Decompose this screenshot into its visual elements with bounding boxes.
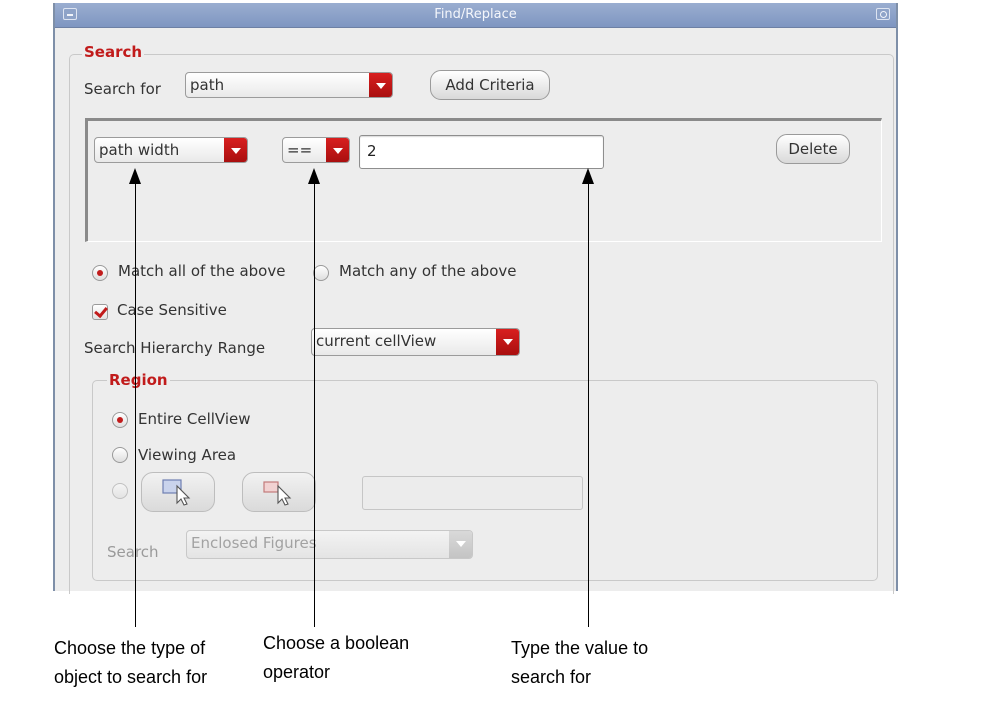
region-search-label: Search (107, 543, 159, 561)
window-menu-icon[interactable] (63, 8, 77, 20)
chevron-down-icon (326, 138, 349, 162)
operator-dropdown[interactable]: == (282, 137, 350, 163)
case-sensitive-checkbox[interactable] (92, 303, 108, 320)
operator-value: == (287, 141, 313, 159)
callout-arrowhead-value (582, 168, 594, 184)
annotation-operator-line-2: operator (263, 662, 331, 682)
match-all-label: Match all of the above (118, 262, 286, 280)
find-replace-dialog: Find/Replace Search Search for path Add … (53, 3, 898, 594)
deselect-area-button[interactable] (242, 472, 316, 512)
property-value: path width (99, 141, 180, 159)
annotation-value-line-2: search for (511, 667, 592, 687)
annotation-value: Type the value to search for (511, 634, 648, 692)
search-for-value: path (190, 76, 225, 94)
match-all-radio[interactable] (92, 265, 108, 281)
match-any-radio[interactable] (313, 265, 329, 281)
window-options-icon[interactable] (876, 8, 890, 20)
search-group-title: Search (82, 43, 145, 61)
hierarchy-range-dropdown[interactable]: current cellView (311, 328, 520, 356)
checkmark-icon (94, 303, 108, 319)
property-dropdown[interactable]: path width (94, 137, 248, 163)
select-area-icon (162, 479, 191, 506)
callout-line-type (135, 183, 136, 627)
callout-arrowhead-operator (308, 168, 320, 184)
search-for-label: Search for (84, 80, 161, 98)
title-bar[interactable]: Find/Replace (55, 3, 896, 28)
chevron-down-icon (496, 329, 519, 355)
delete-button[interactable]: Delete (776, 134, 850, 164)
custom-area-radio[interactable] (112, 483, 128, 499)
annotation-type-line-1: Choose the type of (54, 638, 206, 658)
select-area-button[interactable] (141, 472, 215, 512)
region-search-dropdown[interactable]: Enclosed Figures (186, 530, 473, 559)
value-input[interactable]: 2 (359, 135, 604, 169)
entire-cellview-label: Entire CellView (138, 410, 251, 428)
annotation-operator: Choose a boolean operator (263, 629, 409, 687)
viewing-area-label: Viewing Area (138, 446, 237, 464)
hierarchy-range-label: Search Hierarchy Range (84, 339, 266, 357)
annotation-value-line-1: Type the value to (511, 638, 649, 658)
add-criteria-button[interactable]: Add Criteria (430, 70, 550, 100)
chevron-down-icon (369, 73, 392, 97)
annotation-operator-line-1: Choose a boolean (263, 633, 410, 653)
match-any-label: Match any of the above (339, 262, 517, 280)
search-for-dropdown[interactable]: path (185, 72, 393, 98)
viewing-area-radio[interactable] (112, 447, 128, 463)
window-title: Find/Replace (434, 7, 517, 22)
chevron-down-icon (449, 531, 472, 558)
case-sensitive-label: Case Sensitive (117, 301, 227, 319)
area-coordinates-input[interactable] (362, 476, 583, 510)
annotation-type-line-2: object to search for (54, 667, 208, 687)
callout-arrowhead-type (129, 168, 141, 184)
entire-cellview-radio[interactable] (112, 412, 128, 428)
callout-line-operator (314, 183, 315, 627)
region-search-value: Enclosed Figures (191, 534, 317, 552)
hierarchy-range-value: current cellView (316, 332, 437, 350)
chevron-down-icon (224, 138, 247, 162)
region-group-title: Region (107, 371, 170, 389)
callout-line-value (588, 183, 589, 627)
annotation-type: Choose the type of object to search for (54, 634, 207, 692)
deselect-area-icon (263, 481, 292, 506)
